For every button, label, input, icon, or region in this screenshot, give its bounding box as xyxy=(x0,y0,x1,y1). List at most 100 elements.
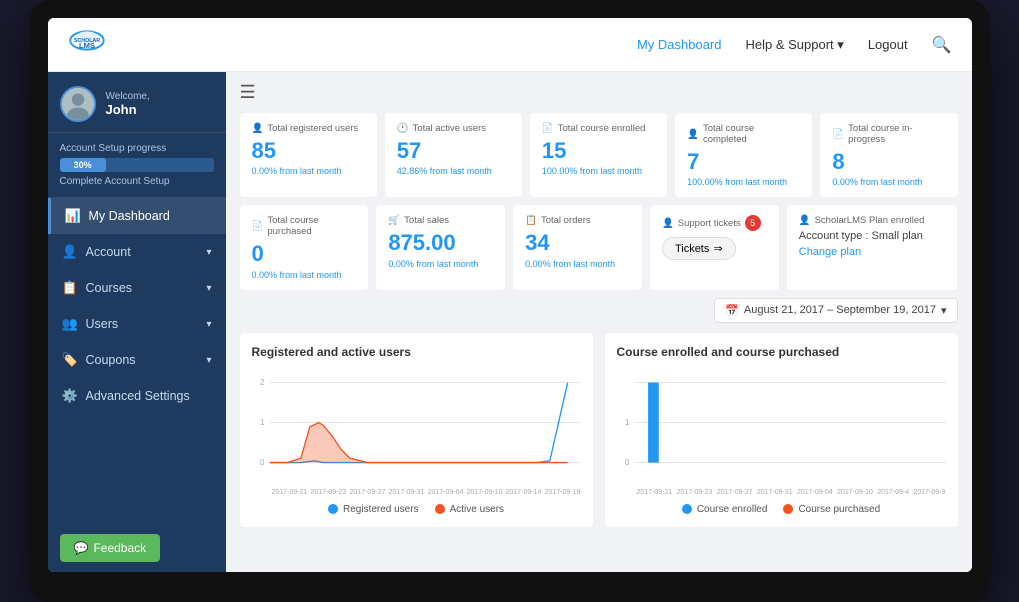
svg-text:2: 2 xyxy=(259,378,264,387)
legend-course-enrolled: Course enrolled xyxy=(682,504,768,515)
stat-label-inprogress: 📄 Total course in-progress xyxy=(832,123,945,145)
progress-bar-fill: 30% xyxy=(60,158,106,172)
complete-setup-link[interactable]: Complete Account Setup xyxy=(60,176,214,187)
date-range-button[interactable]: 📅 August 21, 2017 – September 19, 2017 ▾ xyxy=(714,298,957,323)
date-range-label: August 21, 2017 – September 19, 2017 xyxy=(744,304,936,316)
stat-label-registered: 👤 Total registered users xyxy=(252,123,365,134)
stats-row-2: 📄 Total course purchased 0 0.00% from la… xyxy=(240,205,958,289)
chart-wrapper-1: 2 1 0 xyxy=(252,367,581,487)
chart-card-1: Registered and active users 2 1 0 xyxy=(240,333,593,527)
stats-row-1: 👤 Total registered users 85 0.00% from l… xyxy=(240,113,958,197)
sidebar: Welcome, John Account Setup progress 30%… xyxy=(48,72,226,572)
chart-x-labels-2: 2017-09-21 2017-09-23 2017-09-27 2017-09… xyxy=(617,489,946,496)
search-icon[interactable]: 🔍 xyxy=(932,35,952,55)
progress-bar-bg: 30% xyxy=(60,158,214,172)
hamburger-menu[interactable]: ☰ xyxy=(240,82,958,103)
svg-text:1: 1 xyxy=(259,418,264,427)
user-name: John xyxy=(106,102,150,117)
stat-change-registered: 0.00% from last month xyxy=(252,166,365,176)
account-icon: 👤 xyxy=(62,244,78,260)
laptop-frame: SCHOLAR LMS My Dashboard Help & Support … xyxy=(30,0,990,602)
svg-text:1: 1 xyxy=(624,418,629,427)
legend-dot-purchased xyxy=(783,504,793,514)
svg-text:0: 0 xyxy=(624,458,629,467)
logo-area: SCHOLAR LMS xyxy=(68,26,106,64)
stat-card-purchased: 📄 Total course purchased 0 0.00% from la… xyxy=(240,205,369,289)
stat-value-enrolled: 15 xyxy=(542,138,655,164)
legend-label-purchased: Course purchased xyxy=(798,504,880,515)
stat-label-completed: 👤 Total course completed xyxy=(687,123,800,145)
legend-registered: Registered users xyxy=(328,504,419,515)
sidebar-item-account[interactable]: 👤 Account ▾ xyxy=(48,234,226,270)
sidebar-item-users[interactable]: 👥 Users ▾ xyxy=(48,306,226,342)
legend-label-enrolled: Course enrolled xyxy=(697,504,768,515)
progress-icon: 📄 xyxy=(832,129,844,140)
sidebar-user: Welcome, John xyxy=(48,72,226,133)
clock-icon: 🕐 xyxy=(397,123,409,134)
stat-change-purchased: 0.00% from last month xyxy=(252,270,357,280)
stat-card-completed: 👤 Total course completed 7 100.00% from … xyxy=(675,113,812,197)
stat-card-orders: 📋 Total orders 34 0.00% from last month xyxy=(513,205,642,289)
stat-card-sales: 🛒 Total sales 875.00 0.00% from last mon… xyxy=(376,205,505,289)
top-nav: SCHOLAR LMS My Dashboard Help & Support … xyxy=(48,18,972,72)
user-info: Welcome, John xyxy=(106,91,150,117)
chart-svg-2: 1 0 xyxy=(617,367,946,487)
nav-logout[interactable]: Logout xyxy=(868,37,908,52)
chart-x-labels-1: 2017-09-21 2017-09-23 2017-09-27 2017-09… xyxy=(252,489,581,496)
change-plan-link[interactable]: Change plan xyxy=(799,246,946,258)
stat-change-sales: 0.00% from last month xyxy=(388,259,493,269)
date-range-bar: 📅 August 21, 2017 – September 19, 2017 ▾ xyxy=(240,298,958,323)
calendar-icon: 📅 xyxy=(725,304,739,317)
legend-dot-registered xyxy=(328,504,338,514)
stat-change-active: 42.86% from last month xyxy=(397,166,510,176)
logo-icon: SCHOLAR LMS xyxy=(68,26,106,64)
feedback-button[interactable]: 💬 Feedback xyxy=(60,534,161,562)
sidebar-item-advanced[interactable]: ⚙️ Advanced Settings xyxy=(48,378,226,414)
main-content: ☰ 👤 Total registered users 85 0.00% from… xyxy=(226,72,972,572)
plan-card: 👤 ScholarLMS Plan enrolled Account type … xyxy=(787,205,958,289)
sidebar-item-courses[interactable]: 📋 Courses ▾ xyxy=(48,270,226,306)
legend-label-active: Active users xyxy=(450,504,504,515)
chart-title-2: Course enrolled and course purchased xyxy=(617,345,946,359)
stat-change-completed: 100.00% from last month xyxy=(687,177,800,187)
stat-value-sales: 875.00 xyxy=(388,230,493,256)
ticket-badge: 5 xyxy=(745,215,761,231)
person-icon: 👤 xyxy=(252,123,264,134)
legend-active: Active users xyxy=(435,504,504,515)
sidebar-nav: 📊 My Dashboard 👤 Account ▾ 📋 Courses ▾ xyxy=(48,198,226,524)
sidebar-item-coupons[interactable]: 🏷️ Coupons ▾ xyxy=(48,342,226,378)
legend-dot-enrolled xyxy=(682,504,692,514)
svg-text:0: 0 xyxy=(259,458,264,467)
sidebar-item-users-label: Users xyxy=(86,317,119,331)
plan-type: Account type : Small plan xyxy=(799,230,946,242)
chevron-down-icon-3: ▾ xyxy=(206,319,211,330)
orders-icon: 📋 xyxy=(525,215,537,226)
stat-value-active: 57 xyxy=(397,138,510,164)
nav-right: My Dashboard Help & Support ▾ Logout 🔍 xyxy=(637,35,952,55)
chart-wrapper-2: 1 0 xyxy=(617,367,946,487)
chart-card-2: Course enrolled and course purchased 1 0 xyxy=(605,333,958,527)
account-setup: Account Setup progress 30% Complete Acco… xyxy=(48,133,226,198)
legend-dot-active xyxy=(435,504,445,514)
avatar xyxy=(60,86,96,122)
laptop-screen: SCHOLAR LMS My Dashboard Help & Support … xyxy=(48,18,972,572)
doc-icon-1: 📄 xyxy=(542,123,554,134)
sidebar-item-dashboard[interactable]: 📊 My Dashboard xyxy=(48,198,226,234)
stat-label-sales: 🛒 Total sales xyxy=(388,215,493,226)
sidebar-item-dashboard-label: My Dashboard xyxy=(89,209,170,223)
stat-value-purchased: 0 xyxy=(252,241,357,267)
stat-value-orders: 34 xyxy=(525,230,630,256)
svg-text:LMS: LMS xyxy=(78,41,94,50)
ticket-icon: 👤 xyxy=(662,218,674,229)
courses-icon: 📋 xyxy=(62,280,78,296)
nav-help-support[interactable]: Help & Support ▾ xyxy=(746,37,844,53)
nav-my-dashboard[interactable]: My Dashboard xyxy=(637,37,722,52)
tickets-arrow-icon: ⇒ xyxy=(713,242,722,255)
stat-label-active: 🕐 Total active users xyxy=(397,123,510,134)
account-setup-label: Account Setup progress xyxy=(60,143,214,154)
stat-card-inprogress: 📄 Total course in-progress 8 0.00% from … xyxy=(820,113,957,197)
support-card: 👤 Support tickets 5 Tickets ⇒ xyxy=(650,205,779,289)
doc-icon-2: 📄 xyxy=(252,221,264,232)
tickets-button[interactable]: Tickets ⇒ xyxy=(662,237,736,260)
chart-svg-1: 2 1 0 xyxy=(252,367,581,487)
